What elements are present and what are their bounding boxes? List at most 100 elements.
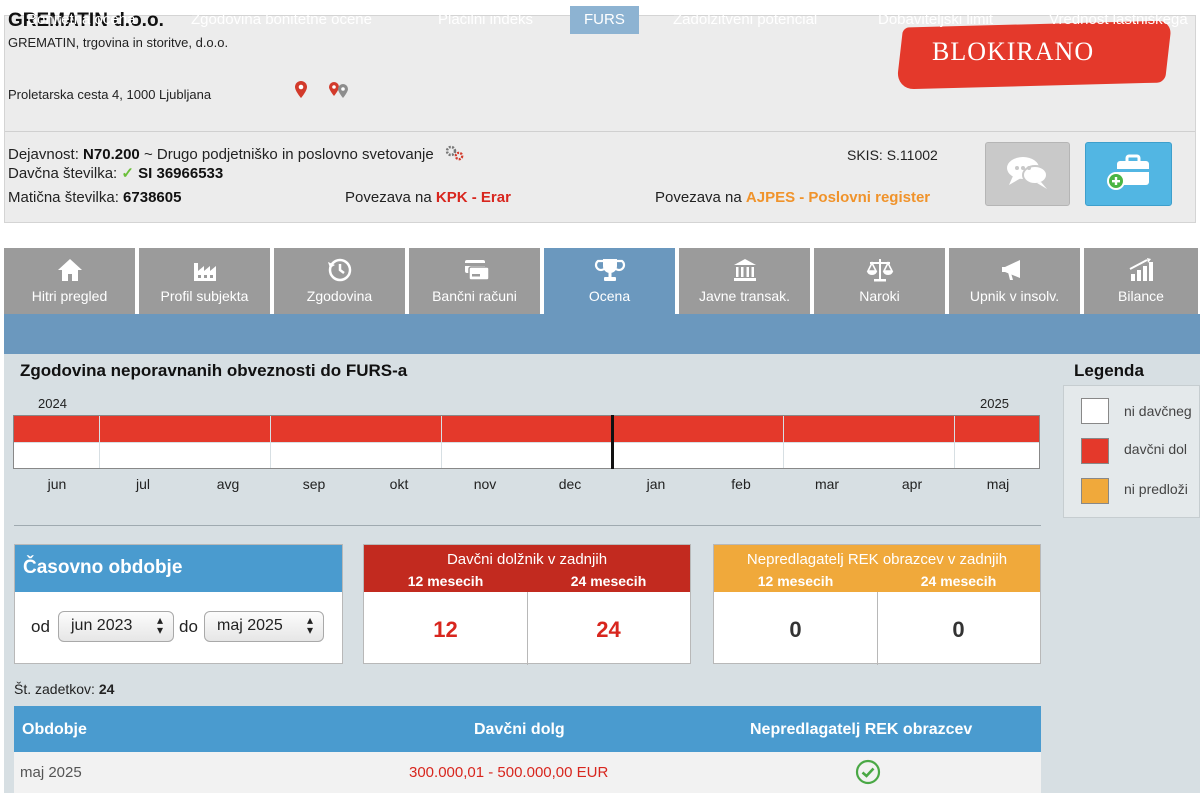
tab-label: Naroki bbox=[859, 288, 900, 304]
tab-bancni-racuni[interactable]: Bančni računi bbox=[409, 248, 542, 314]
to-label: do bbox=[179, 617, 198, 636]
tax-debtor-title: Davčni dolžnik v zadnjih bbox=[446, 551, 608, 568]
furs-history-title: Zgodovina neporavnanih obveznosti do FUR… bbox=[20, 361, 408, 380]
legend-swatch-tax-debtor bbox=[1081, 438, 1109, 464]
registration-number: 6738605 bbox=[123, 189, 182, 206]
company-full-name: GREMATIN, trgovina in storitve, d.o.o. bbox=[8, 35, 229, 50]
ajpes-link-line: Povezava na AJPES - Poslovni register bbox=[655, 189, 930, 206]
map-pin-icon[interactable] bbox=[293, 80, 309, 104]
select-arrows-icon: ▴ ▾ bbox=[156, 613, 163, 637]
ajpes-register-link[interactable]: AJPES - Poslovni register bbox=[746, 189, 930, 206]
briefcase-add-icon bbox=[1101, 150, 1157, 199]
timeline-month-label: dec bbox=[558, 476, 582, 492]
timeline-month-label: jul bbox=[135, 476, 150, 492]
comments-button[interactable] bbox=[985, 142, 1070, 206]
rek-title: Nepredlagatelj REK obrazcev v zadnjih bbox=[746, 551, 1008, 568]
timeline-month-label: jan bbox=[646, 476, 666, 492]
tab-label: Profil subjekta bbox=[160, 288, 249, 304]
rek-12m-label: 12 mesecih bbox=[757, 573, 834, 589]
table-row[interactable]: maj 2025 300.000,01 - 500.000,00 EUR bbox=[14, 752, 1041, 793]
tax-debtor-12m-value: 12 bbox=[433, 617, 458, 642]
tab-ocena[interactable]: Ocena bbox=[544, 248, 677, 314]
activity-code: N70.200 bbox=[83, 146, 140, 163]
subtab-zadolzitveni-potencial[interactable]: Zadolžitveni potencial bbox=[673, 11, 817, 28]
kpk-link-line: Povezava na KPK - Erar bbox=[345, 189, 511, 206]
kpk-erar-link[interactable]: KPK - Erar bbox=[436, 189, 511, 206]
registration-number-label: Matična številka: bbox=[8, 189, 119, 206]
timeline-border bbox=[13, 415, 1040, 469]
section-divider bbox=[14, 525, 1041, 526]
results-count: Št. zadetkov: 24 bbox=[14, 681, 114, 697]
company-address: Proletarska cesta 4, 1000 Ljubljana bbox=[8, 87, 212, 102]
tab-label: Ocena bbox=[588, 288, 631, 304]
subtab-placilni-indeks[interactable]: Plačilni indeks bbox=[438, 11, 533, 28]
tab-upnik-v-insolvenci[interactable]: Upnik v insolv. bbox=[949, 248, 1082, 314]
tax-debtor-summary: Davčni dolžnik v zadnjih 12 mesecih 24 m… bbox=[363, 544, 691, 665]
tab-hitri-pregled[interactable]: Hitri pregled bbox=[4, 248, 137, 314]
blocked-stamp: BLOKIRANO bbox=[932, 37, 1095, 66]
legend-title: Legenda bbox=[1074, 361, 1144, 380]
timeline-month-label: avg bbox=[216, 476, 240, 492]
to-period-select[interactable]: maj 2025 ▴ ▾ bbox=[204, 611, 324, 642]
from-period-value: jun 2023 bbox=[71, 617, 133, 634]
check-icon: ✓ bbox=[121, 165, 134, 182]
skis-label: SKIS: bbox=[847, 147, 883, 163]
subtab-dobaviteljski-limit[interactable]: Dobaviteljski limit bbox=[878, 11, 993, 28]
tab-zgodovina[interactable]: Zgodovina bbox=[274, 248, 407, 314]
government-building-icon bbox=[679, 256, 810, 284]
gears-icon[interactable] bbox=[444, 145, 466, 165]
add-to-portfolio-button[interactable] bbox=[1085, 142, 1172, 206]
tax-number: SI 36966533 bbox=[138, 165, 224, 182]
year-divider bbox=[611, 415, 614, 469]
kpk-link-prefix: Povezava na bbox=[345, 189, 432, 206]
timeline-month-label: feb bbox=[731, 476, 751, 492]
timeline-month-label: apr bbox=[901, 476, 923, 492]
tab-javne-transakcije[interactable]: Javne transak. bbox=[679, 248, 812, 314]
tab-profil-subjekta[interactable]: Profil subjekta bbox=[139, 248, 272, 314]
subtab-zgodovina-bonitetne-ocene[interactable]: Zgodovina bonitetne ocene bbox=[191, 11, 372, 28]
tax-number-line: Davčna številka: ✓ SI 36966533 bbox=[8, 164, 223, 182]
skis-code: SKIS: S.11002 bbox=[847, 147, 938, 163]
factory-icon bbox=[139, 256, 270, 284]
timeline-month-label: sep bbox=[302, 476, 326, 492]
skis-value: S.11002 bbox=[886, 147, 938, 163]
tax-debtor-24m-value: 24 bbox=[596, 617, 621, 642]
ajpes-link-prefix: Povezava na bbox=[655, 189, 742, 206]
select-arrows-icon: ▴ ▾ bbox=[306, 613, 313, 637]
column-header-rek[interactable]: Nepredlagatelj REK obrazcev bbox=[750, 721, 972, 739]
tab-label: Upnik v insolv. bbox=[969, 288, 1060, 304]
rek-header: Nepredlagatelj REK obrazcev v zadnjih 12… bbox=[714, 545, 1040, 592]
scales-icon bbox=[814, 256, 945, 284]
tab-bilance[interactable]: Bilance bbox=[1084, 248, 1200, 314]
tab-label: Bilance bbox=[1118, 288, 1164, 304]
timeline-month-label: maj bbox=[986, 476, 1010, 492]
results-count-label: Št. zadetkov: bbox=[14, 681, 95, 697]
main-tabs: Hitri pregled Profil subjekta Zgodovina … bbox=[4, 248, 1200, 314]
column-header-tax-debt[interactable]: Davčni dolg bbox=[474, 721, 565, 739]
legend-swatch-no-debt bbox=[1081, 398, 1109, 424]
rek-12m-value: 0 bbox=[789, 617, 802, 642]
tax-number-label: Davčna številka: bbox=[8, 165, 118, 182]
time-period-header: Časovno obdobje bbox=[15, 545, 342, 592]
from-label: od bbox=[31, 617, 50, 636]
legend-swatch-not-submitted bbox=[1081, 478, 1109, 504]
registration-number-line: Matična številka: 6738605 bbox=[8, 189, 181, 206]
table-header: Obdobje Davčni dolg Nepredlagatelj REK o… bbox=[14, 706, 1041, 752]
row-tax-debt: 300.000,01 - 500.000,00 EUR bbox=[409, 764, 609, 781]
subtab-furs[interactable]: FURS bbox=[570, 6, 639, 34]
subtab-bonitetna-ocena[interactable]: Bonitetna ocena bbox=[27, 11, 135, 28]
results-count-value: 24 bbox=[98, 681, 115, 697]
column-header-period[interactable]: Obdobje bbox=[22, 721, 87, 739]
from-period-select[interactable]: jun 2023 ▴ ▾ bbox=[58, 611, 174, 642]
row-period: maj 2025 bbox=[20, 764, 82, 781]
tab-naroki[interactable]: Naroki bbox=[814, 248, 947, 314]
tab-label: Bančni računi bbox=[432, 288, 517, 304]
time-period-box: Časovno obdobje od jun 2023 ▴ ▾ do maj 20… bbox=[14, 544, 343, 664]
legend-label-tax-debtor: davčni dol bbox=[1124, 441, 1188, 457]
multi-pin-icon[interactable] bbox=[327, 80, 351, 104]
activity-label: Dejavnost: bbox=[8, 146, 79, 163]
activity-line: Dejavnost: N70.200 ~ Drugo podjetniško i… bbox=[8, 145, 466, 165]
subtab-vrednost-lastniskega[interactable]: Vrednost lastniškega bbox=[1049, 11, 1188, 28]
tab-label: Zgodovina bbox=[306, 288, 373, 304]
check-circle-icon bbox=[854, 758, 882, 790]
